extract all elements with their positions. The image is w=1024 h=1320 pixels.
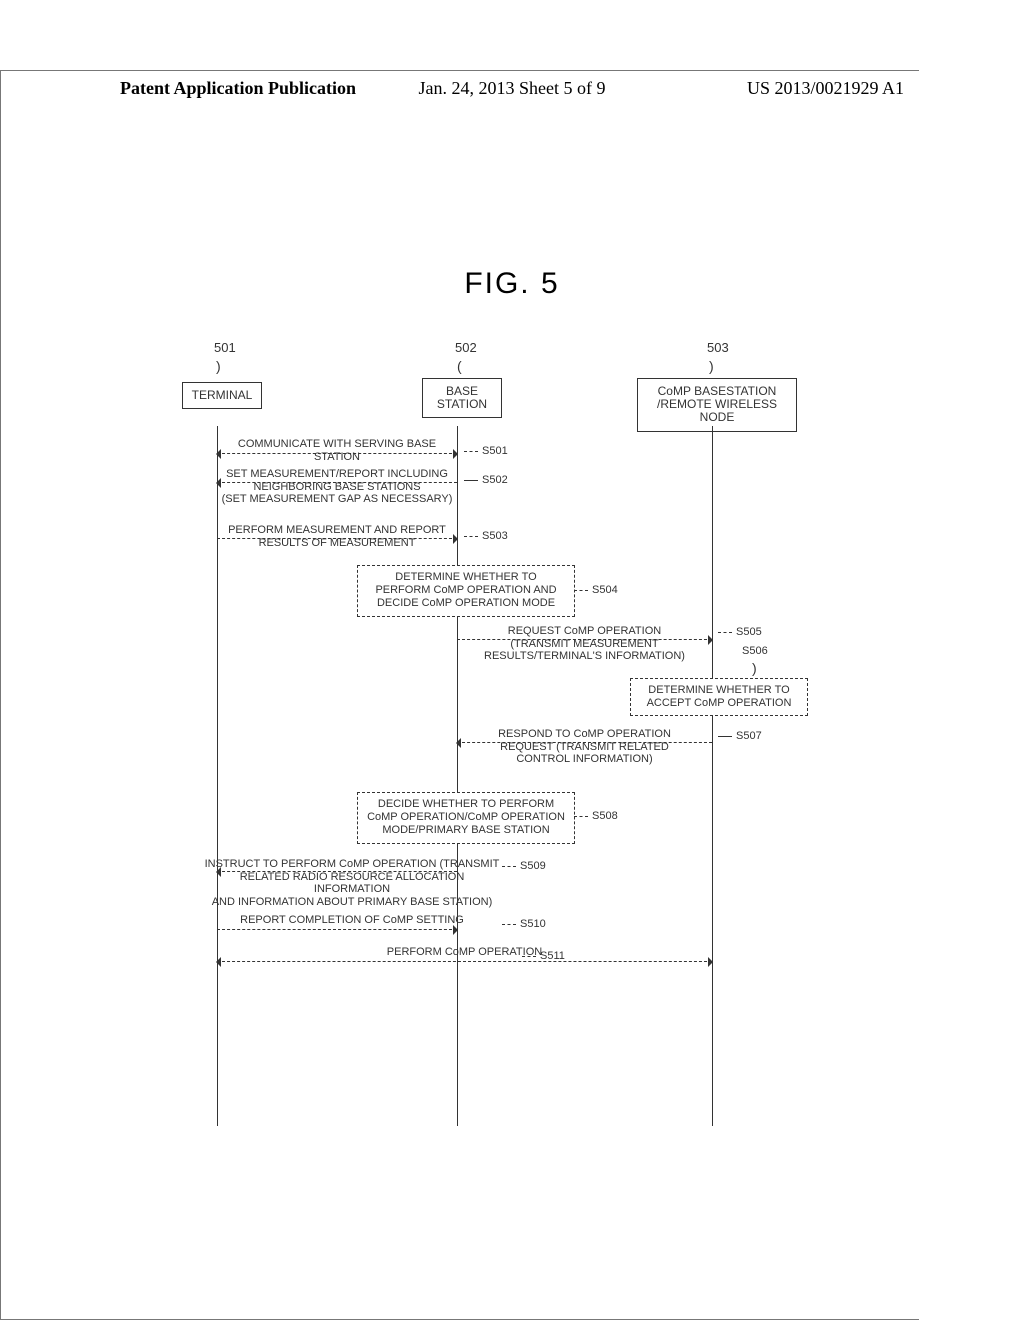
lifeline-base bbox=[457, 426, 458, 1126]
arrow-s501 bbox=[217, 453, 457, 454]
participant-base-station: BASE STATION bbox=[422, 378, 502, 418]
participant-terminal: TERMINAL bbox=[182, 382, 262, 409]
arrow-s510 bbox=[217, 929, 457, 930]
participant-comp-basestation: CoMP BASESTATION /REMOTE WIRELESS NODE bbox=[637, 378, 797, 432]
arrow-s511 bbox=[217, 961, 712, 962]
participant-number-503: 503 bbox=[707, 340, 729, 355]
step-tag-s507: S507 bbox=[718, 730, 762, 742]
step-tag-s503: S503 bbox=[464, 530, 508, 542]
page-header: Patent Application Publication Jan. 24, … bbox=[0, 78, 1024, 99]
header-right: US 2013/0021929 A1 bbox=[747, 78, 904, 99]
arrow-s502 bbox=[217, 482, 457, 483]
participant-number-501: 501 bbox=[214, 340, 236, 355]
leader-tick: ) bbox=[752, 660, 757, 676]
step-tag-s505: S505 bbox=[718, 626, 762, 638]
process-box-s504: DETERMINE WHETHER TO PERFORM CoMP OPERAT… bbox=[357, 565, 575, 617]
message-label-s502: SET MEASUREMENT/REPORT INCLUDING NEIGHBO… bbox=[217, 468, 457, 506]
leader-tick: ) bbox=[709, 358, 717, 370]
step-tag-s506: S506 bbox=[742, 645, 768, 657]
participant-number-502: 502 bbox=[455, 340, 477, 355]
arrow-s505 bbox=[457, 639, 712, 640]
step-tag-s502: S502 bbox=[464, 474, 508, 486]
step-tag-s510: S510 bbox=[502, 918, 546, 930]
step-tag-s509: S509 bbox=[502, 860, 546, 872]
step-tag-s501: S501 bbox=[464, 445, 508, 457]
message-label-s511: PERFORM CoMP OPERATION bbox=[217, 946, 712, 959]
header-mid: Jan. 24, 2013 Sheet 5 of 9 bbox=[419, 78, 606, 99]
message-label-s501: COMMUNICATE WITH SERVING BASE STATION bbox=[217, 438, 457, 463]
arrow-s507 bbox=[457, 742, 712, 743]
arrow-s503 bbox=[217, 538, 457, 539]
figure-title: FIG. 5 bbox=[0, 267, 1024, 301]
step-tag-s511: S511 bbox=[522, 950, 565, 962]
leader-tick: ) bbox=[216, 358, 224, 370]
arrow-s509 bbox=[217, 871, 457, 872]
message-label-s505: REQUEST CoMP OPERATION (TRANSMIT MEASURE… bbox=[457, 625, 712, 663]
message-label-s507: RESPOND TO CoMP OPERATION REQUEST (TRANS… bbox=[457, 728, 712, 766]
lifeline-comp bbox=[712, 426, 713, 1126]
message-label-s503: PERFORM MEASUREMENT AND REPORT RESULTS O… bbox=[217, 524, 457, 549]
process-box-s506: DETERMINE WHETHER TO ACCEPT CoMP OPERATI… bbox=[630, 678, 808, 716]
leader-tick: ( bbox=[457, 358, 465, 370]
page: Patent Application Publication Jan. 24, … bbox=[0, 0, 1024, 1320]
step-tag-s508: S508 bbox=[574, 810, 618, 822]
header-left: Patent Application Publication bbox=[120, 78, 356, 99]
process-box-s508: DECIDE WHETHER TO PERFORM CoMP OPERATION… bbox=[357, 792, 575, 844]
step-tag-s504: S504 bbox=[574, 584, 618, 596]
message-label-s509: INSTRUCT TO PERFORM CoMP OPERATION (TRAN… bbox=[202, 858, 502, 909]
